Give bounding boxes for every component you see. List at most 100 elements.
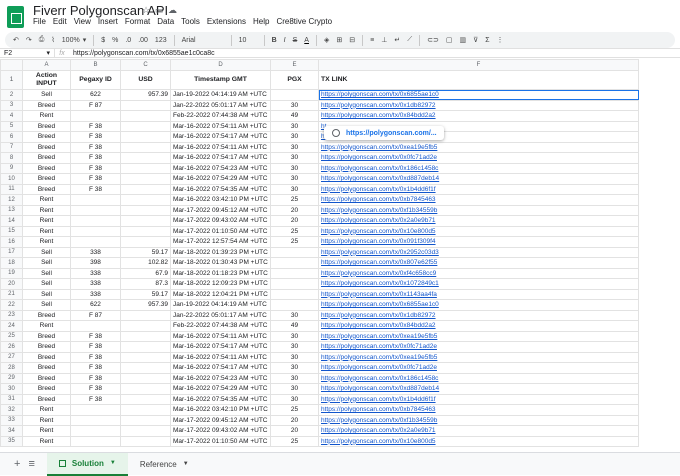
cell-usd[interactable] [120,320,171,332]
cell-action[interactable]: Breed [22,341,71,353]
insert-comment-icon[interactable]: ▢ [446,36,453,44]
menu-item-insert[interactable]: Insert [98,17,118,29]
cell-pgx[interactable]: 30 [270,362,319,374]
cell-action[interactable]: Rent [22,236,71,248]
cell-tx-link[interactable]: https://polygonscan.com/tx/0x84bdd2a2 [318,110,639,122]
cell-tx-link[interactable]: https://polygonscan.com/tx/0xd887deb14 [318,173,639,185]
cell-pgx[interactable]: 30 [270,152,319,164]
cell-usd[interactable]: 59.17 [120,288,171,300]
row-number[interactable]: 26 [0,341,23,353]
header-pgx[interactable]: PGX [270,70,319,90]
cell-action[interactable]: Breed [22,351,71,363]
cell-tx-link[interactable]: https://polygonscan.com/tx/0x807e62f55 [318,257,639,269]
row-number[interactable]: 24 [0,320,23,332]
cell-pegaxy-id[interactable]: F 38 [70,183,121,195]
cell-usd[interactable] [120,194,171,206]
cell-pgx[interactable]: 20 [270,204,319,216]
column-header-c[interactable]: C [120,59,171,71]
cell-timestamp[interactable]: Mar-16-2022 07:54:35 AM +UTC [170,393,271,405]
cell-tx-link[interactable]: https://polygonscan.com/tx/0x1072849c1 [318,278,639,290]
column-header-b[interactable]: B [70,59,121,71]
cell-pgx[interactable] [270,288,319,300]
cell-tx-link[interactable]: https://polygonscan.com/tx/0xf1b34559b [318,204,639,216]
cell-tx-link[interactable]: https://polygonscan.com/tx/0x1db82972 [318,309,639,321]
cell-timestamp[interactable]: Jan-19-2022 04:14:19 AM +UTC [170,299,271,311]
cell-pgx[interactable]: 30 [270,393,319,405]
cell-tx-link[interactable]: https://polygonscan.com/tx/0x2952c03d3 [318,246,639,258]
cell-timestamp[interactable]: Mar-16-2022 07:54:29 AM +UTC [170,173,271,185]
cell-pegaxy-id[interactable]: F 87 [70,309,121,321]
more-options-icon[interactable]: ⋮ [497,36,504,44]
cell-usd[interactable]: 102.82 [120,257,171,269]
tab-solution[interactable]: Solution ▼ [46,452,128,476]
redo-icon[interactable]: ↷ [26,36,32,44]
row-number[interactable]: 25 [0,330,23,342]
cell-action[interactable]: Breed [22,131,71,143]
cell-tx-link[interactable]: https://polygonscan.com/tx/0x1143aa4fa [318,288,639,300]
cell-timestamp[interactable]: Mar-16-2022 07:54:29 AM +UTC [170,383,271,395]
cell-pgx[interactable]: 30 [270,183,319,195]
cell-pegaxy-id[interactable]: F 38 [70,383,121,395]
row-number[interactable]: 34 [0,425,23,437]
cell-pegaxy-id[interactable]: F 38 [70,341,121,353]
row-number[interactable]: 13 [0,204,23,216]
cell-action[interactable]: Breed [22,309,71,321]
cell-action[interactable]: Sell [22,278,71,290]
cell-pgx[interactable]: 30 [270,162,319,174]
cell-action[interactable]: Breed [22,120,71,132]
cell-pgx[interactable] [270,267,319,279]
cell-pgx[interactable]: 25 [270,225,319,237]
cell-action[interactable]: Breed [22,183,71,195]
select-all-corner[interactable] [0,59,23,71]
cell-timestamp[interactable]: Mar-16-2022 07:54:23 AM +UTC [170,372,271,384]
row-number[interactable]: 15 [0,225,23,237]
insert-chart-icon[interactable]: ▥ [459,36,466,44]
row-number[interactable]: 9 [0,162,23,174]
cell-usd[interactable] [120,152,171,164]
cell-pegaxy-id[interactable] [70,204,121,216]
font-size-select[interactable]: 10 [239,37,257,44]
cell-usd[interactable] [120,372,171,384]
cell-timestamp[interactable]: Mar-16-2022 07:54:17 AM +UTC [170,131,271,143]
cell-usd[interactable] [120,309,171,321]
column-header-e[interactable]: E [270,59,319,71]
cell-pgx[interactable]: 30 [270,173,319,185]
cell-action[interactable]: Rent [22,404,71,416]
cell-tx-link[interactable]: https://polygonscan.com/tx/0xd887deb14 [318,383,639,395]
fill-color-icon[interactable]: ◈ [324,36,329,44]
cell-usd[interactable]: 87.3 [120,278,171,290]
cell-action[interactable]: Breed [22,173,71,185]
cell-tx-link[interactable]: https://polygonscan.com/tx/0x10e800d5 [318,435,639,447]
cell-tx-link[interactable]: https://polygonscan.com/tx/0x6855ae1c0 [318,299,639,311]
cell-timestamp[interactable]: Jan-22-2022 05:01:17 AM +UTC [170,99,271,111]
cell-timestamp[interactable]: Mar-18-2022 01:18:23 PM +UTC [170,267,271,279]
cell-action[interactable]: Breed [22,162,71,174]
row-number[interactable]: 20 [0,278,23,290]
cell-timestamp[interactable]: Mar-16-2022 03:42:10 PM +UTC [170,194,271,206]
cell-usd[interactable] [120,110,171,122]
cell-timestamp[interactable]: Mar-17-2022 01:10:50 AM +UTC [170,435,271,447]
column-header-f[interactable]: F [318,59,639,71]
zoom-caret-icon[interactable]: ▾ [83,36,87,44]
cell-pgx[interactable]: 49 [270,110,319,122]
cell-usd[interactable]: 957.39 [120,299,171,311]
row-number[interactable]: 6 [0,131,23,143]
cell-pgx[interactable]: 49 [270,320,319,332]
cell-action[interactable]: Rent [22,225,71,237]
cell-usd[interactable] [120,435,171,447]
cell-timestamp[interactable]: Mar-17-2022 09:45:12 AM +UTC [170,204,271,216]
header-usd[interactable]: USD [120,70,171,90]
chevron-down-icon[interactable]: ▼ [110,460,116,466]
cell-tx-link[interactable]: https://polygonscan.com/tx/0x0fc71ad2e [318,341,639,353]
cell-action[interactable]: Sell [22,288,71,300]
cell-tx-link[interactable]: https://polygonscan.com/tx/0x1b4dd6f1f [318,393,639,405]
bold-button[interactable]: B [272,37,277,44]
cell-action[interactable]: Breed [22,141,71,153]
cell-tx-link[interactable]: https://polygonscan.com/tx/0x6855ae1c0 [318,89,639,101]
row-number[interactable]: 29 [0,372,23,384]
cell-pgx[interactable]: 20 [270,425,319,437]
filter-icon[interactable]: ⊽ [473,36,478,44]
cell-tx-link[interactable]: https://polygonscan.com/tx/0xb7845463 [318,404,639,416]
cell-tx-link[interactable]: https://polygonscan.com/tx/0xea19e5fb5 [318,141,639,153]
cell-timestamp[interactable]: Mar-16-2022 07:54:17 AM +UTC [170,341,271,353]
